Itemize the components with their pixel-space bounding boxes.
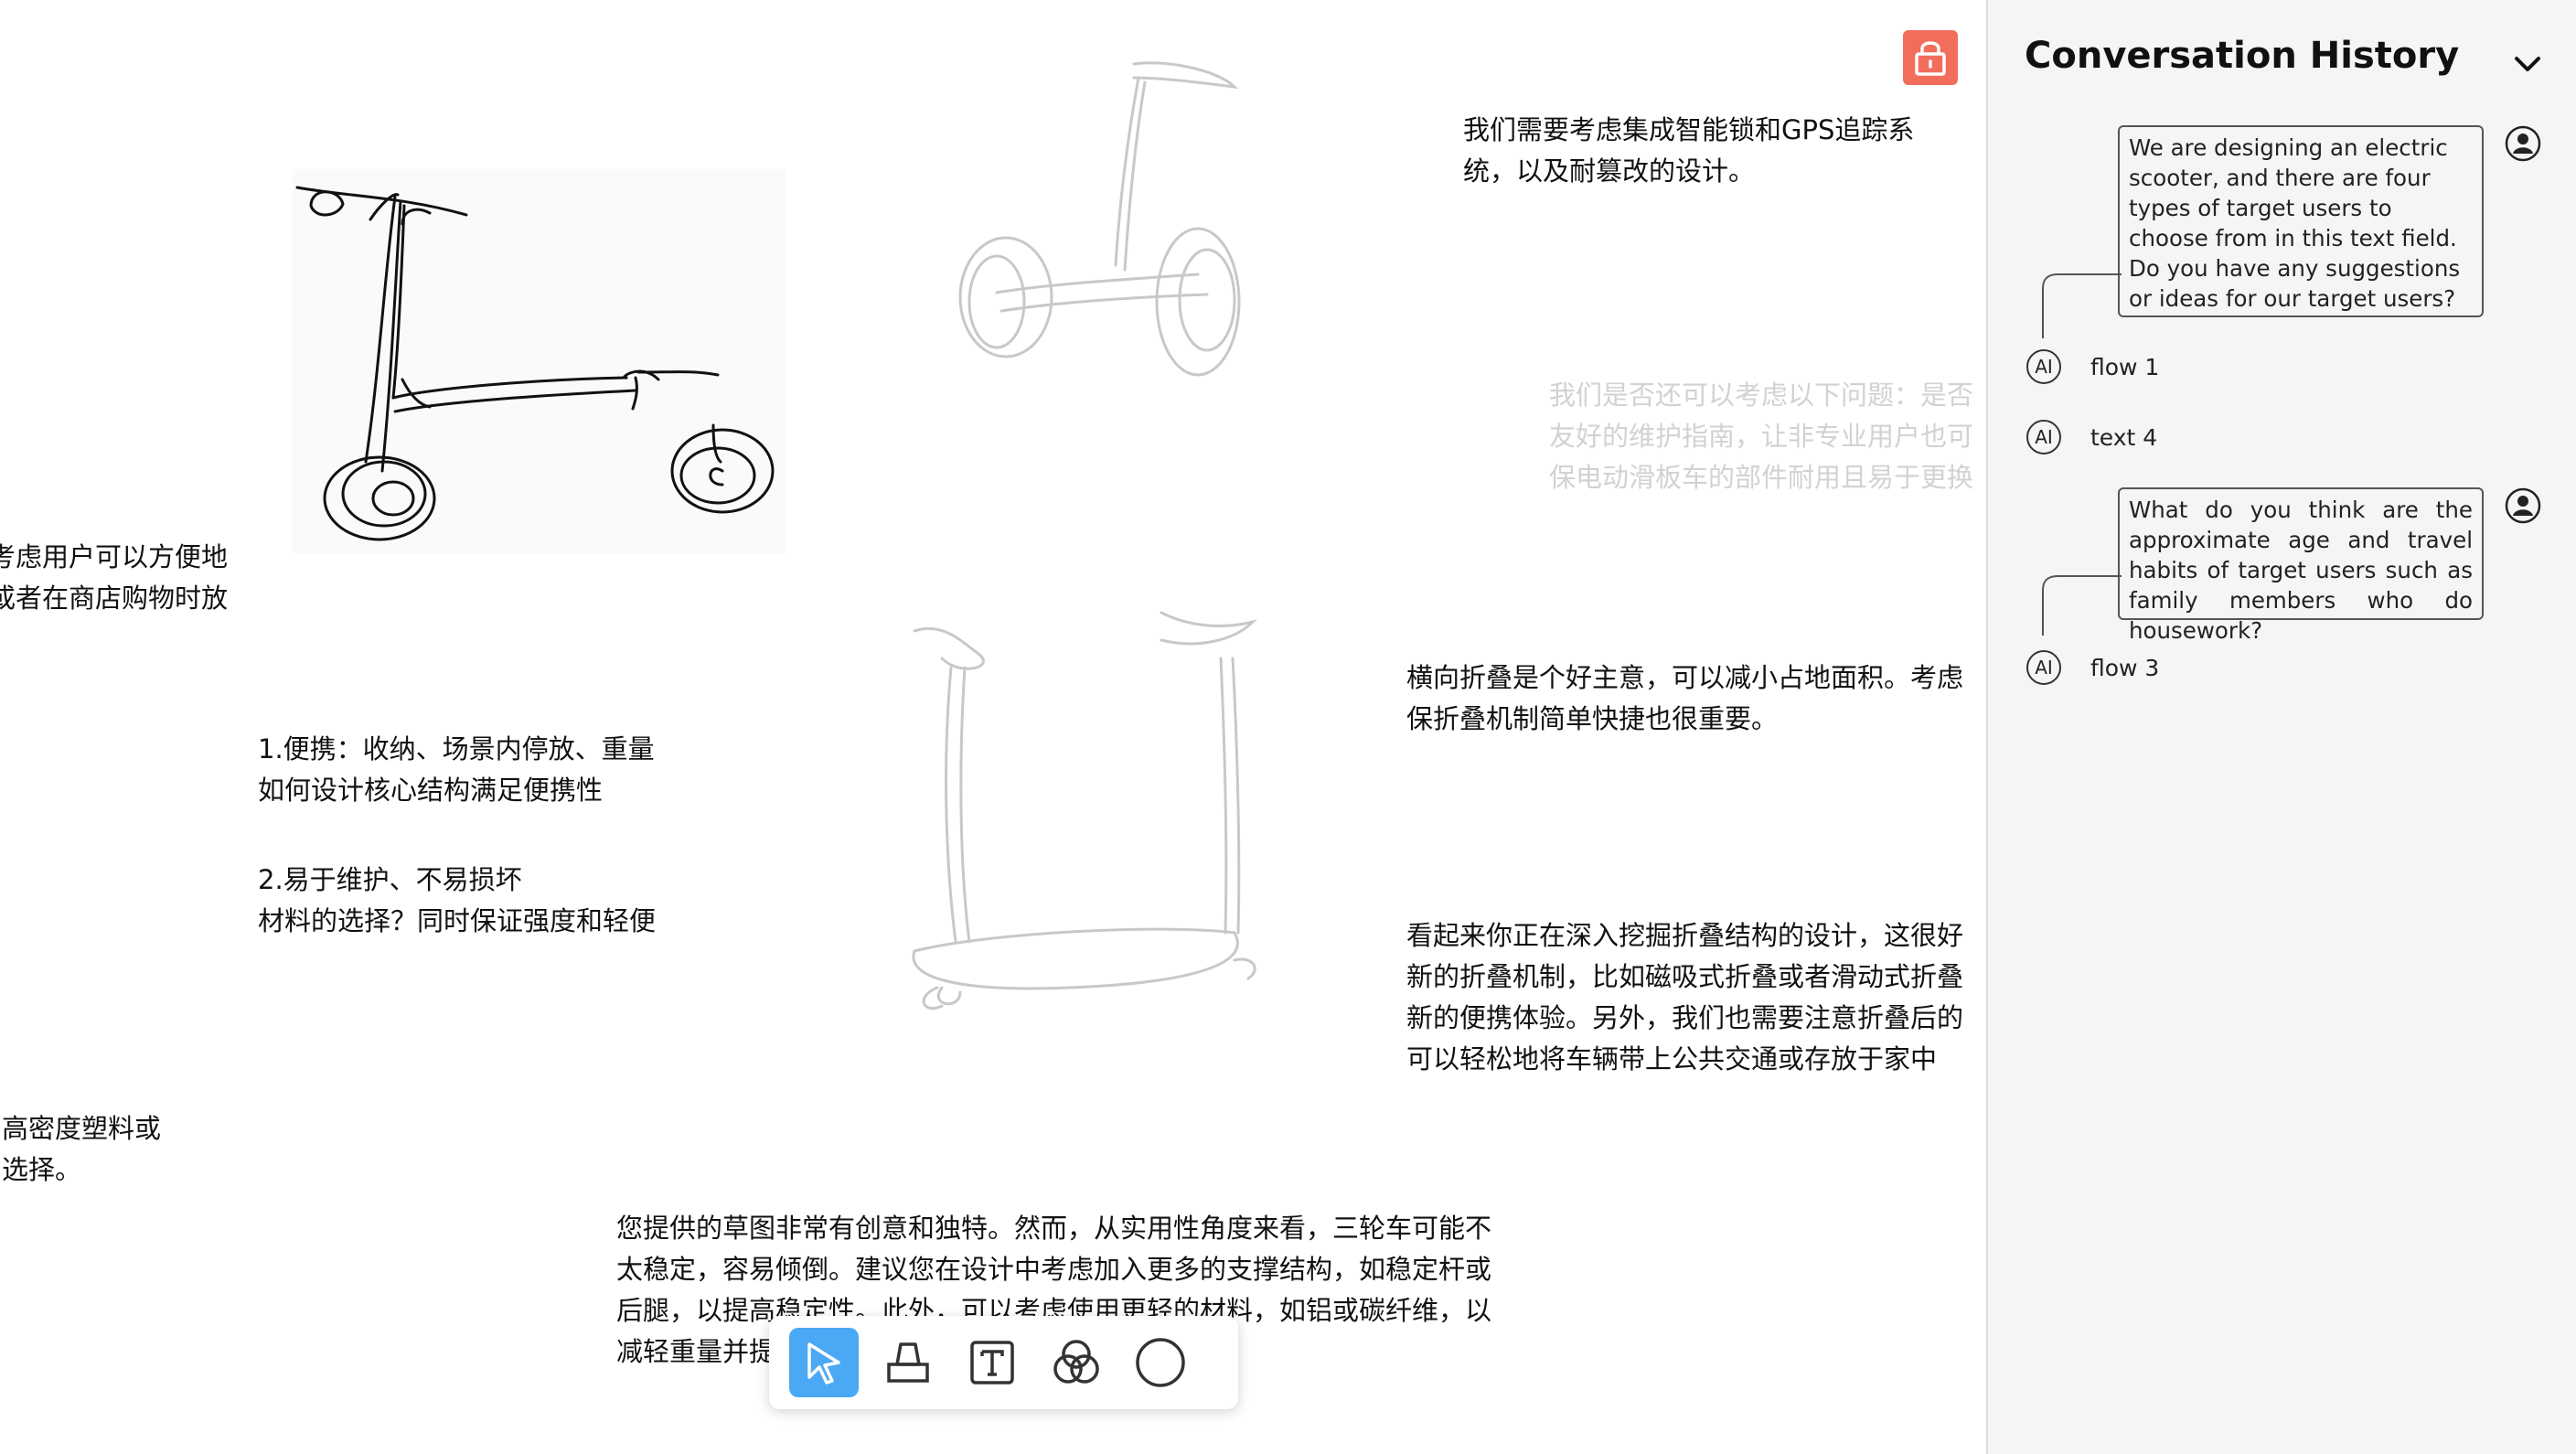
- ai-message-row[interactable]: AI flow 1: [2026, 349, 2159, 384]
- ai-badge: AI: [2026, 650, 2061, 685]
- lock-button[interactable]: [1903, 30, 1958, 85]
- select-cursor-icon: [807, 1342, 840, 1385]
- note-left-cut[interactable]: 考虑用户可以方便地 或者在商店购物时放: [0, 537, 228, 619]
- user-message-bubble[interactable]: What do you think are the approximate ag…: [2118, 487, 2484, 644]
- ai-message-label: flow 3: [2090, 654, 2160, 681]
- note-plastic[interactable]: 高密度塑料或 选择。: [2, 1108, 161, 1191]
- ai-message-row[interactable]: AI flow 3: [2026, 650, 2159, 685]
- note-smart-lock[interactable]: 我们需要考虑集成智能锁和GPS追踪系 统，以及耐篡改的设计。: [1463, 110, 1914, 192]
- circle-icon: [1136, 1338, 1185, 1387]
- text-tool-icon: [970, 1341, 1014, 1385]
- panel-title: Conversation History: [2025, 35, 2460, 77]
- eraser-tool-button[interactable]: [873, 1328, 943, 1397]
- user-avatar-icon: [2505, 487, 2541, 524]
- note-portable[interactable]: 1.便携：收纳、场景内停放、重量 如何设计核心结构满足便携性: [258, 729, 655, 811]
- whiteboard-canvas[interactable]: 我们需要考虑集成智能锁和GPS追踪系 统，以及耐篡改的设计。 我们是否还可以考虑…: [0, 0, 1986, 1454]
- scooter-sketch[interactable]: [293, 169, 786, 553]
- circle-tool-button[interactable]: [1126, 1328, 1195, 1397]
- note-deep-fold[interactable]: 看起来你正在深入挖掘折叠结构的设计，这很好 新的折叠机制，比如磁吸式折叠或者滑动…: [1406, 915, 1963, 1080]
- ai-message-row[interactable]: AI text 4: [2026, 420, 2157, 454]
- ai-badge: AI: [2026, 420, 2061, 454]
- chevron-down-icon[interactable]: [2509, 46, 2546, 82]
- note-folding[interactable]: 横向折叠是个好主意，可以减小占地面积。考虑 保折叠机制简单快捷也很重要。: [1406, 658, 1963, 740]
- conversation-history-panel: Conversation History We are designing an…: [1986, 0, 2576, 1454]
- user-message-bubble[interactable]: We are designing an electric scooter, an…: [2118, 125, 2484, 317]
- select-tool-button[interactable]: [789, 1328, 859, 1397]
- drawing-toolbar: [769, 1316, 1238, 1409]
- text-tool-button[interactable]: [957, 1328, 1027, 1397]
- thread-connector: [2042, 575, 2122, 636]
- note-maintenance-faded[interactable]: 我们是否还可以考虑以下问题：是否 友好的维护指南，让非专业用户也可 保电动滑板车…: [1549, 375, 1973, 498]
- lock-icon: [1915, 41, 1946, 76]
- eraser-icon: [887, 1342, 929, 1383]
- ai-message-label: text 4: [2090, 423, 2158, 451]
- ai-message-label: flow 1: [2090, 353, 2160, 380]
- shapes-icon: [1053, 1340, 1099, 1384]
- segway-sketch[interactable]: [942, 55, 1244, 384]
- folding-scooter-sketch[interactable]: [887, 604, 1299, 1024]
- ai-badge: AI: [2026, 349, 2061, 384]
- shapes-tool-button[interactable]: [1042, 1328, 1111, 1397]
- note-maintain[interactable]: 2.易于维护、不易损坏 材料的选择？同时保证强度和轻便: [258, 860, 656, 942]
- thread-connector: [2042, 273, 2122, 338]
- user-avatar-icon: [2505, 125, 2541, 162]
